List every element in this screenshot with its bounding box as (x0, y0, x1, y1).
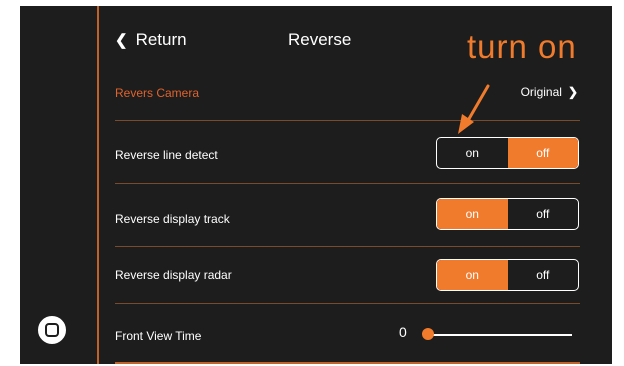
divider (115, 246, 580, 247)
reverse-display-track-label: Reverse display track (115, 212, 230, 226)
reverse-display-radar-label: Reverse display radar (115, 268, 232, 282)
reverse-display-track-toggle[interactable]: on off (436, 198, 579, 230)
page-title: Reverse (288, 30, 352, 49)
divider (115, 120, 580, 121)
head-unit-screen: ❮ Return Reverse turn on Revers Camera O… (20, 6, 612, 364)
chevron-right-icon: ❯ (567, 85, 578, 99)
pointer-arrow-icon (458, 84, 490, 134)
reverse-line-detect-off[interactable]: off (507, 138, 578, 168)
reverse-line-detect-toggle[interactable]: on off (436, 137, 579, 169)
revers-camera-label: Revers Camera (115, 86, 200, 100)
turn-on-annotation: turn on (467, 28, 577, 65)
reverse-line-detect-on[interactable]: on (437, 138, 508, 168)
chevron-left-icon: ❮ (115, 32, 128, 49)
front-view-time-value: 0 (399, 324, 407, 340)
front-view-time-slider[interactable] (424, 334, 572, 336)
bottom-accent-bar (115, 362, 580, 364)
divider (115, 303, 580, 304)
return-label: Return (135, 30, 187, 49)
reverse-display-radar-on[interactable]: on (437, 260, 508, 290)
reverse-display-radar-off[interactable]: off (508, 260, 579, 290)
reverse-display-track-on[interactable]: on (437, 199, 508, 229)
return-button[interactable]: ❮ Return (115, 30, 187, 50)
left-rail-divider (97, 6, 99, 364)
camera-mode-selector[interactable]: Original ❯ (521, 85, 578, 99)
front-view-time-slider-thumb[interactable] (422, 328, 434, 340)
home-button[interactable] (38, 316, 66, 344)
front-view-time-label: Front View Time (115, 329, 202, 343)
camera-mode-value: Original (520, 85, 562, 99)
home-icon (45, 323, 59, 337)
reverse-display-radar-toggle[interactable]: on off (436, 259, 579, 291)
reverse-display-track-off[interactable]: off (508, 199, 579, 229)
divider (115, 183, 580, 184)
reverse-line-detect-label: Reverse line detect (115, 148, 218, 162)
